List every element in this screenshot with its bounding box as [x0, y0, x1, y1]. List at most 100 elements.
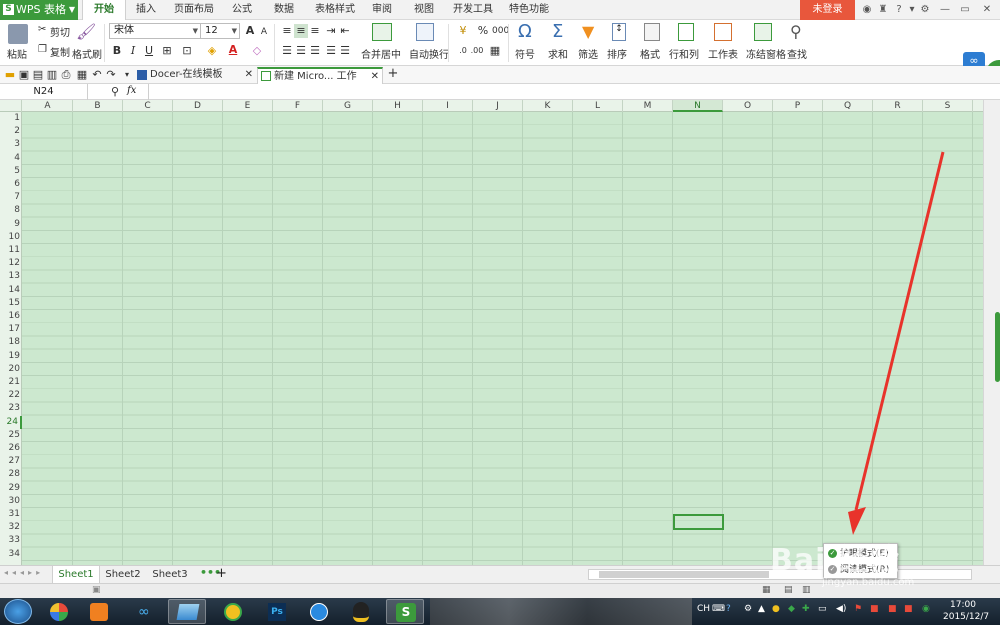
- column-header-k[interactable]: K: [523, 100, 573, 112]
- row-col-button[interactable]: 行和列: [669, 46, 699, 61]
- italic-icon[interactable]: I: [126, 44, 140, 58]
- taskbar-app-player[interactable]: [80, 599, 118, 624]
- taskbar-app-photoshop[interactable]: Ps: [258, 599, 296, 624]
- skin-icon[interactable]: ◉: [860, 3, 874, 17]
- zoom-lookup-icon[interactable]: ⚲: [108, 85, 122, 99]
- row-header-14[interactable]: 14: [0, 284, 22, 297]
- decrease-font-icon[interactable]: A: [257, 25, 271, 39]
- column-header-d[interactable]: D: [173, 100, 223, 112]
- flag-icon[interactable]: ⚑: [854, 604, 862, 614]
- row-header-33[interactable]: 33: [0, 534, 22, 547]
- number-format-icon[interactable]: ▦: [488, 44, 502, 58]
- row-header-10[interactable]: 10: [0, 231, 22, 244]
- antivirus-icon[interactable]: ✚: [802, 604, 810, 614]
- align-left-icon[interactable]: ☰: [280, 44, 294, 58]
- tray-app-icon[interactable]: ■: [904, 604, 913, 614]
- justify-icon[interactable]: ☰: [324, 44, 338, 58]
- keyboard-icon[interactable]: ⌨: [712, 604, 725, 614]
- align-right-icon[interactable]: ☰: [308, 44, 322, 58]
- symbol-button[interactable]: 符号: [515, 46, 535, 61]
- copy-icon[interactable]: ❐: [38, 44, 47, 55]
- merge-center-button[interactable]: 合并居中: [361, 46, 401, 61]
- row-header-21[interactable]: 21: [0, 376, 22, 389]
- view-page-icon[interactable]: ▤: [784, 585, 793, 595]
- login-button[interactable]: 未登录: [800, 0, 855, 20]
- row-col-icon[interactable]: [678, 23, 694, 41]
- taskbar-app-explorer[interactable]: [168, 599, 206, 624]
- sum-icon[interactable]: Σ: [552, 21, 563, 42]
- row-header-1[interactable]: 1: [0, 112, 22, 125]
- row-header-15[interactable]: 15: [0, 297, 22, 310]
- bold-icon[interactable]: B: [110, 44, 124, 58]
- open-folder-icon[interactable]: ▬: [3, 68, 17, 82]
- row-header-23[interactable]: 23: [0, 402, 22, 415]
- export-icon[interactable]: ▥: [45, 68, 59, 82]
- doc-tab-docer[interactable]: Docer-在线模板 ✕: [134, 67, 256, 84]
- column-header-l[interactable]: L: [573, 100, 623, 112]
- sheet-nav-arrows-icon[interactable]: ◂◂◂▸▸: [4, 568, 44, 577]
- close-tab-icon[interactable]: ✕: [371, 69, 379, 85]
- undo-icon[interactable]: ↶: [90, 68, 104, 82]
- tab-special[interactable]: 特色功能: [504, 0, 554, 20]
- tab-formulas[interactable]: 公式: [226, 0, 258, 20]
- formula-input[interactable]: [148, 84, 1000, 100]
- borders-icon[interactable]: ⊞: [160, 44, 174, 58]
- taskbar-app-wps[interactable]: S: [386, 599, 424, 624]
- active-cell-n24[interactable]: [673, 514, 724, 530]
- tab-home[interactable]: 开始: [82, 0, 126, 20]
- sort-button[interactable]: 排序: [607, 46, 627, 61]
- row-header-22[interactable]: 22: [0, 389, 22, 402]
- tab-table-style[interactable]: 表格样式: [310, 0, 360, 20]
- row-header-2[interactable]: 2: [0, 125, 22, 138]
- column-header-f[interactable]: F: [273, 100, 323, 112]
- underline-icon[interactable]: U: [142, 44, 156, 58]
- freeze-panes-button[interactable]: 冻结窗格: [746, 46, 786, 61]
- column-header-p[interactable]: P: [773, 100, 823, 112]
- cut-button[interactable]: 剪切: [50, 24, 70, 39]
- find-button[interactable]: 查找: [787, 46, 807, 61]
- redo-icon[interactable]: ↷: [104, 68, 118, 82]
- dropdown-icon[interactable]: ▾: [905, 3, 919, 17]
- macro-record-icon[interactable]: ▣: [92, 585, 101, 595]
- row-header-20[interactable]: 20: [0, 363, 22, 376]
- display-icon[interactable]: ▭: [818, 604, 827, 614]
- settings-icon[interactable]: ⚙: [918, 3, 932, 17]
- clear-format-icon[interactable]: ◇: [250, 44, 264, 58]
- decrease-decimal-icon[interactable]: .00: [470, 44, 484, 58]
- auto-wrap-button[interactable]: 自动换行: [409, 46, 449, 61]
- filter-button[interactable]: 筛选: [578, 46, 598, 61]
- name-box[interactable]: N24: [0, 84, 88, 100]
- column-header-b[interactable]: B: [73, 100, 123, 112]
- column-header-s[interactable]: S: [923, 100, 973, 112]
- row-header-25[interactable]: 25: [0, 429, 22, 442]
- row-header-12[interactable]: 12: [0, 257, 22, 270]
- tab-view[interactable]: 视图: [408, 0, 440, 20]
- sort-icon[interactable]: ↕: [612, 23, 626, 41]
- tray-settings-icon[interactable]: ⚙: [744, 604, 752, 614]
- column-header-q[interactable]: Q: [823, 100, 873, 112]
- vertical-scrollbar[interactable]: [983, 100, 1000, 565]
- wrap-text-icon[interactable]: [416, 23, 434, 41]
- omega-icon[interactable]: Ω: [518, 21, 532, 42]
- row-header-11[interactable]: 11: [0, 244, 22, 257]
- worksheet-button[interactable]: 工作表: [708, 46, 738, 61]
- minimize-icon[interactable]: —: [938, 3, 952, 17]
- tray-app-icon[interactable]: ■: [870, 604, 879, 614]
- indent-icon[interactable]: ⇥: [324, 24, 338, 38]
- row-header-31[interactable]: 31: [0, 508, 22, 521]
- select-all-corner[interactable]: [0, 100, 22, 112]
- distribute-icon[interactable]: ☰: [338, 44, 352, 58]
- row-header-4[interactable]: 4: [0, 152, 22, 165]
- fill-color-icon[interactable]: ◈: [205, 44, 219, 58]
- row-header-13[interactable]: 13: [0, 270, 22, 283]
- sheet-tab-2[interactable]: Sheet2: [100, 566, 146, 584]
- increase-decimal-icon[interactable]: .0: [456, 44, 470, 58]
- new-tab-icon[interactable]: +: [386, 67, 400, 81]
- tray-expand-icon[interactable]: ▲: [758, 604, 765, 614]
- help-circle-icon[interactable]: ?: [726, 604, 731, 614]
- increase-font-icon[interactable]: A: [243, 24, 257, 38]
- column-header-i[interactable]: I: [423, 100, 473, 112]
- taskbar-app-360[interactable]: [40, 599, 78, 624]
- paste-button[interactable]: 粘贴: [7, 46, 27, 61]
- comma-style-icon[interactable]: 000: [492, 24, 509, 38]
